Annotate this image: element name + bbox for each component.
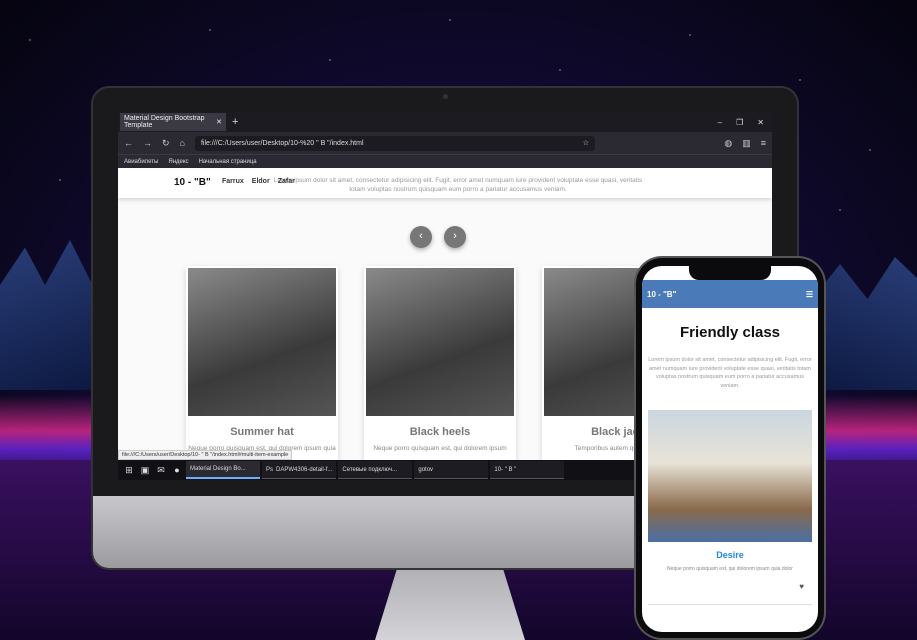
window-controls: – ❐ ✕ bbox=[718, 118, 772, 127]
photoshop-icon: Ps bbox=[266, 466, 274, 473]
divider bbox=[648, 604, 812, 605]
back-arrow-icon[interactable]: ← bbox=[124, 138, 133, 148]
nav-link[interactable]: Farrux bbox=[222, 178, 244, 185]
heart-icon[interactable]: ♥ bbox=[799, 582, 804, 591]
tab-close-icon[interactable]: ✕ bbox=[216, 118, 222, 126]
mail-icon[interactable]: ✉ bbox=[154, 463, 168, 477]
bookmark-star-icon[interactable]: ☆ bbox=[583, 139, 589, 147]
card-title: Summer hat bbox=[230, 426, 294, 438]
phone-intro-text: Lorem ipsum dolor sit amet, consectetur … bbox=[648, 357, 812, 389]
phone-brand[interactable]: 10 - "B" bbox=[647, 290, 676, 299]
bookmarks-bar: Авиабилеты Яндекс Начальная страница bbox=[118, 154, 772, 168]
address-bar[interactable]: file:///C:/Users/user/Desktop/10-%20 " B… bbox=[194, 135, 595, 151]
bookmark-item[interactable]: Яндекс bbox=[168, 159, 188, 165]
taskbar-item[interactable]: Material Design Bo... bbox=[186, 461, 260, 479]
carousel-prev-button[interactable]: ‹ bbox=[410, 226, 432, 248]
pocket-icon[interactable]: ◍ bbox=[724, 138, 732, 149]
carousel-controls: ‹ › bbox=[410, 226, 466, 248]
taskbar-item-label: Сетевые подключ... bbox=[342, 466, 398, 473]
navigation-bar: ← → ↻ ⌂ file:///C:/Users/user/Desktop/10… bbox=[118, 132, 772, 154]
taskbar-item[interactable]: gotov bbox=[414, 461, 489, 479]
product-card[interactable]: Summer hat Neque porro quisquam est, qui… bbox=[186, 266, 338, 466]
app-icon[interactable]: ● bbox=[170, 463, 184, 477]
navbar-text: Lorem ipsum dolor sit amet, consectetur … bbox=[273, 177, 643, 193]
windows-start-icon[interactable]: ⊞ bbox=[122, 463, 136, 477]
forward-arrow-icon[interactable]: → bbox=[143, 138, 152, 148]
close-window-button[interactable]: ✕ bbox=[757, 118, 764, 127]
phone-card-title[interactable]: Desire bbox=[642, 550, 818, 560]
task-view-icon[interactable]: ▣ bbox=[138, 463, 152, 477]
taskbar-item[interactable]: 10- " B " bbox=[490, 461, 565, 479]
card-photo bbox=[188, 268, 336, 416]
imac-stand bbox=[375, 567, 525, 640]
tab-title: Material Design Bootstrap Template bbox=[124, 115, 205, 129]
nav-link[interactable]: Eldor bbox=[252, 178, 270, 185]
phone-card-text: Neque porro quisquam est, qui dolorem ip… bbox=[667, 566, 793, 572]
classroom-photo bbox=[648, 410, 812, 542]
taskbar-item-label: gotov bbox=[418, 466, 434, 473]
card-title: Black heels bbox=[409, 426, 471, 438]
taskbar-item[interactable]: Ps DAPW4306-detail-f... bbox=[262, 461, 337, 479]
card-text: Neque porro quisquam est, qui dolorem ip… bbox=[373, 445, 507, 452]
carousel-next-button[interactable]: › bbox=[444, 226, 466, 248]
browser-tab[interactable]: Material Design Bootstrap Template ✕ bbox=[120, 113, 226, 131]
address-url: file:///C:/Users/user/Desktop/10-%20 " B… bbox=[200, 139, 364, 147]
taskbar-item[interactable]: Сетевые подключ... bbox=[338, 461, 413, 479]
hamburger-menu-icon[interactable]: ☰ bbox=[806, 290, 813, 299]
bookmark-item[interactable]: Авиабилеты bbox=[124, 159, 158, 165]
camera-dot bbox=[443, 94, 448, 99]
phone-screen: 10 - "B" ☰ Friendly class Lorem ipsum do… bbox=[642, 266, 818, 632]
card-carousel: Summer hat Neque porro quisquam est, qui… bbox=[186, 266, 694, 466]
phone-page-title: Friendly class bbox=[679, 324, 781, 341]
reload-icon[interactable]: ↻ bbox=[162, 138, 170, 149]
phone-frame: 10 - "B" ☰ Friendly class Lorem ipsum do… bbox=[636, 258, 824, 638]
status-url: file:///C:/Users/user/Desktop/10- " B "/… bbox=[118, 450, 293, 460]
library-icon[interactable]: ▥ bbox=[742, 138, 751, 149]
phone-navbar: 10 - "B" ☰ bbox=[642, 280, 818, 308]
maximize-button[interactable]: ❐ bbox=[736, 118, 743, 127]
home-icon[interactable]: ⌂ bbox=[180, 138, 185, 148]
site-navbar: Lorem ipsum dolor sit amet, consectetur … bbox=[118, 168, 772, 198]
taskbar-item-label: Material Design Bo... bbox=[190, 466, 246, 472]
nav-link[interactable]: Zafar bbox=[278, 178, 295, 185]
card-photo bbox=[366, 268, 514, 416]
taskbar-item-label: 10- " B " bbox=[494, 466, 517, 473]
site-brand[interactable]: 10 - "B" bbox=[174, 177, 211, 188]
apple-logo-icon bbox=[430, 512, 460, 548]
new-tab-button[interactable]: + bbox=[232, 116, 238, 128]
minimize-button[interactable]: – bbox=[718, 118, 722, 127]
product-card[interactable]: Black heels Neque porro quisquam est, qu… bbox=[364, 266, 516, 466]
browser-tab-bar: Material Design Bootstrap Template ✕ + –… bbox=[118, 112, 772, 132]
menu-icon[interactable]: ≡ bbox=[761, 138, 766, 148]
nav-links: Farrux Eldor Zafar bbox=[222, 178, 295, 185]
taskbar-item-label: DAPW4306-detail-f... bbox=[276, 466, 333, 473]
bookmark-item[interactable]: Начальная страница bbox=[199, 159, 257, 165]
phone-notch bbox=[689, 266, 771, 280]
